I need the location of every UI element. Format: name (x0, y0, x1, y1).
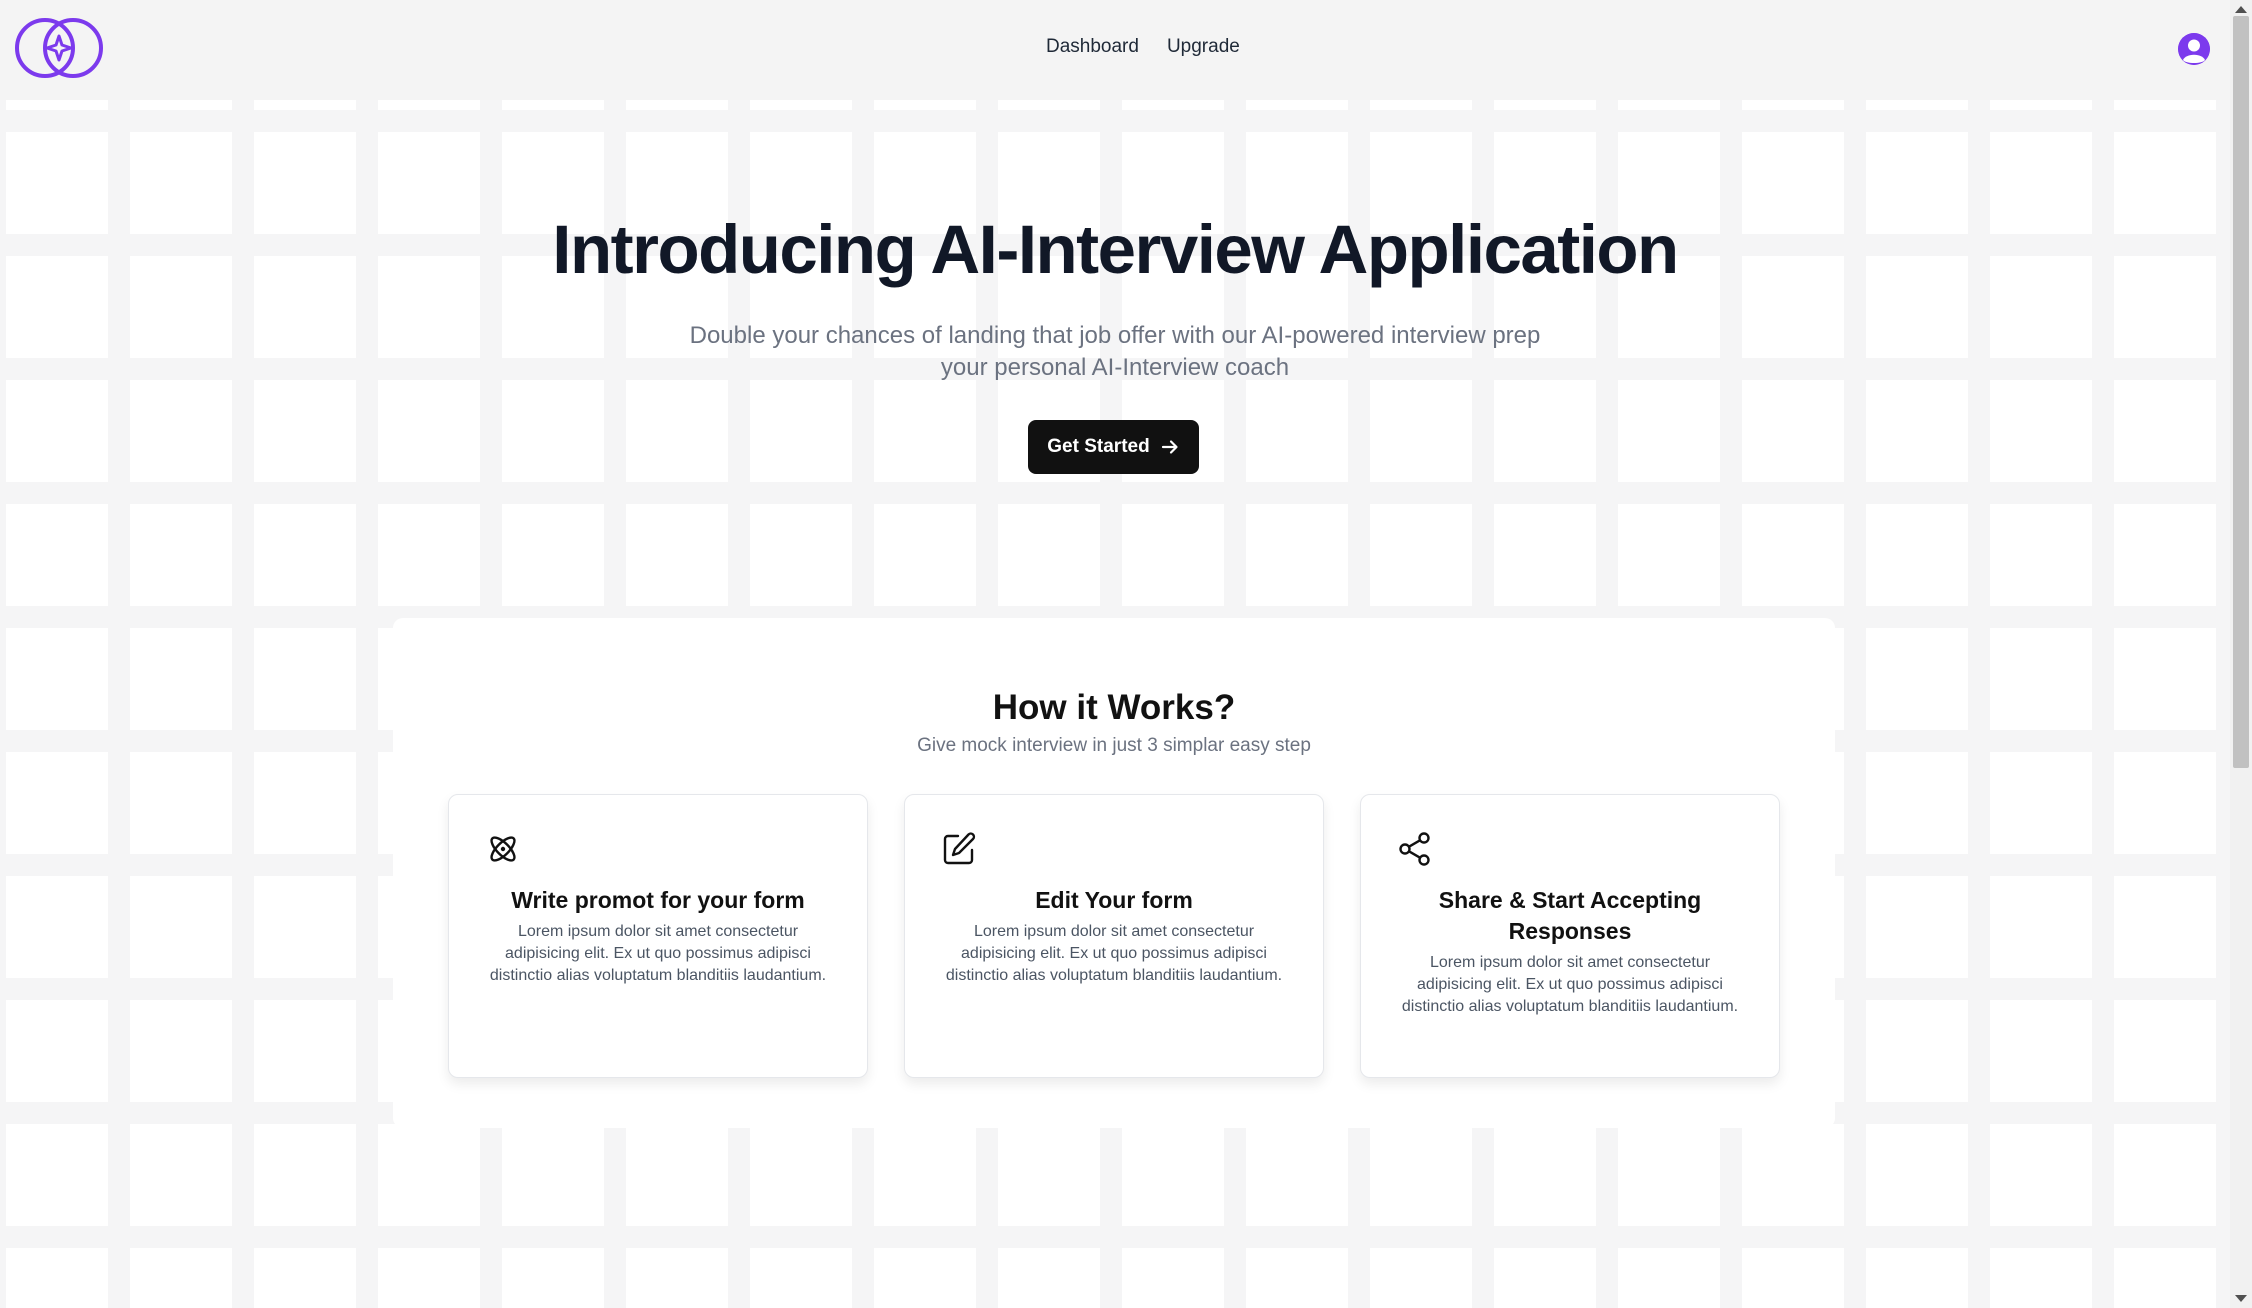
page: Dashboard Upgrade Introducing AI-Intervi… (0, 0, 2230, 1308)
logo-icon[interactable] (14, 14, 106, 82)
nav-upgrade-link[interactable]: Upgrade (1167, 36, 1240, 58)
get-started-button[interactable]: Get Started (1028, 420, 1199, 474)
user-icon (2178, 33, 2210, 65)
step-card-title: Edit Your form (1035, 887, 1193, 913)
vertical-scrollbar[interactable] (2230, 0, 2252, 1308)
how-it-works-title: How it Works? (992, 688, 1236, 727)
get-started-label: Get Started (1047, 436, 1150, 457)
hero-title: Introducing AI-Interview Application (552, 211, 1679, 288)
scroll-down-arrow-icon[interactable] (2235, 1295, 2247, 1302)
edit-icon (943, 832, 976, 865)
user-avatar[interactable] (2178, 33, 2210, 65)
step-card-share[interactable]: Share & Start Accepting Responses Lorem … (1360, 794, 1780, 1078)
hero-subtitle-line-1: Double your chances of landing that job … (689, 322, 1541, 349)
scroll-up-arrow-icon[interactable] (2235, 6, 2247, 13)
step-card-edit-form[interactable]: Edit Your form Lorem ipsum dolor sit ame… (904, 794, 1324, 1078)
share-icon (1399, 832, 1430, 866)
step-card-title: Write promot for your form (511, 887, 805, 913)
step-card-description: Lorem ipsum dolor sit amet consectetur a… (1401, 954, 1739, 1015)
nav-dashboard-link[interactable]: Dashboard (1046, 36, 1139, 58)
arrow-right-icon (1161, 440, 1178, 454)
step-card-title: Share & Start Accepting Responses (1438, 887, 1702, 944)
atom-icon (490, 836, 516, 862)
how-it-works-subtitle: Give mock interview in just 3 simplar ea… (917, 735, 1311, 756)
hero-subtitle-line-2: your personal AI-Interview coach (940, 354, 1290, 381)
step-card-description: Lorem ipsum dolor sit amet consectetur a… (489, 923, 827, 984)
top-navbar: Dashboard Upgrade (0, 0, 2230, 100)
hero-subtitle: Double your chances of landing that job … (615, 320, 1615, 384)
how-it-works-section: How it Works? Give mock interview in jus… (393, 618, 1835, 1128)
step-card-description: Lorem ipsum dolor sit amet consectetur a… (945, 923, 1283, 984)
main-nav: Dashboard Upgrade (1046, 36, 1240, 58)
scrollbar-thumb[interactable] (2233, 16, 2249, 768)
step-card-write-prompt[interactable]: Write promot for your form Lorem ipsum d… (448, 794, 868, 1078)
